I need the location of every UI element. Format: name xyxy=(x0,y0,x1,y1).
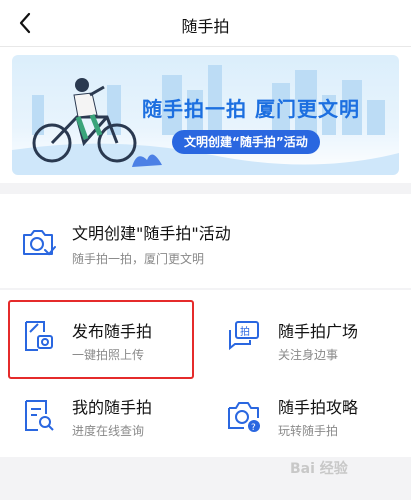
watermark: Bai 经验 xyxy=(290,461,348,477)
my-snapshots-button[interactable]: 我的随手拍 进度在线查询 xyxy=(0,374,205,457)
svg-text:?: ? xyxy=(251,423,256,433)
guide-title: 随手拍攻略 xyxy=(278,398,359,417)
activity-subtitle: 随手拍一拍，厦门更文明 xyxy=(72,252,205,266)
chat-bubble-icon: 拍 xyxy=(226,318,262,358)
document-search-icon xyxy=(20,398,56,438)
promo-banner[interactable]: 随手拍一拍 厦门更文明 文明创建“随手拍”活动 xyxy=(12,55,399,175)
camera-icon xyxy=(20,227,56,263)
camera-help-icon: ? xyxy=(226,398,262,438)
top-bar: 随手拍 xyxy=(0,0,411,47)
snapshot-plaza-button[interactable]: 拍 随手拍广场 关注身边事 xyxy=(206,290,411,374)
activity-card[interactable]: 文明创建"随手拍"活动 随手拍一拍，厦门更文明 xyxy=(0,194,411,288)
highlight-box xyxy=(8,300,194,379)
mine-subtitle: 进度在线查询 xyxy=(72,424,145,438)
mine-title: 我的随手拍 xyxy=(72,398,153,417)
guide-subtitle: 玩转随手拍 xyxy=(278,424,339,438)
page-title: 随手拍 xyxy=(181,17,230,36)
activity-title: 文明创建"随手拍"活动 xyxy=(72,224,231,243)
plaza-title: 随手拍广场 xyxy=(278,322,359,341)
plaza-subtitle: 关注身边事 xyxy=(278,348,339,362)
banner-activity-pill: 文明创建“随手拍”活动 xyxy=(172,130,320,154)
snapshot-guide-button[interactable]: ? 随手拍攻略 玩转随手拍 xyxy=(206,374,411,457)
banner-section: 随手拍一拍 厦门更文明 文明创建“随手拍”活动 xyxy=(0,47,411,183)
banner-headline: 随手拍一拍 厦门更文明 xyxy=(142,97,360,121)
svg-text:拍: 拍 xyxy=(240,325,250,338)
